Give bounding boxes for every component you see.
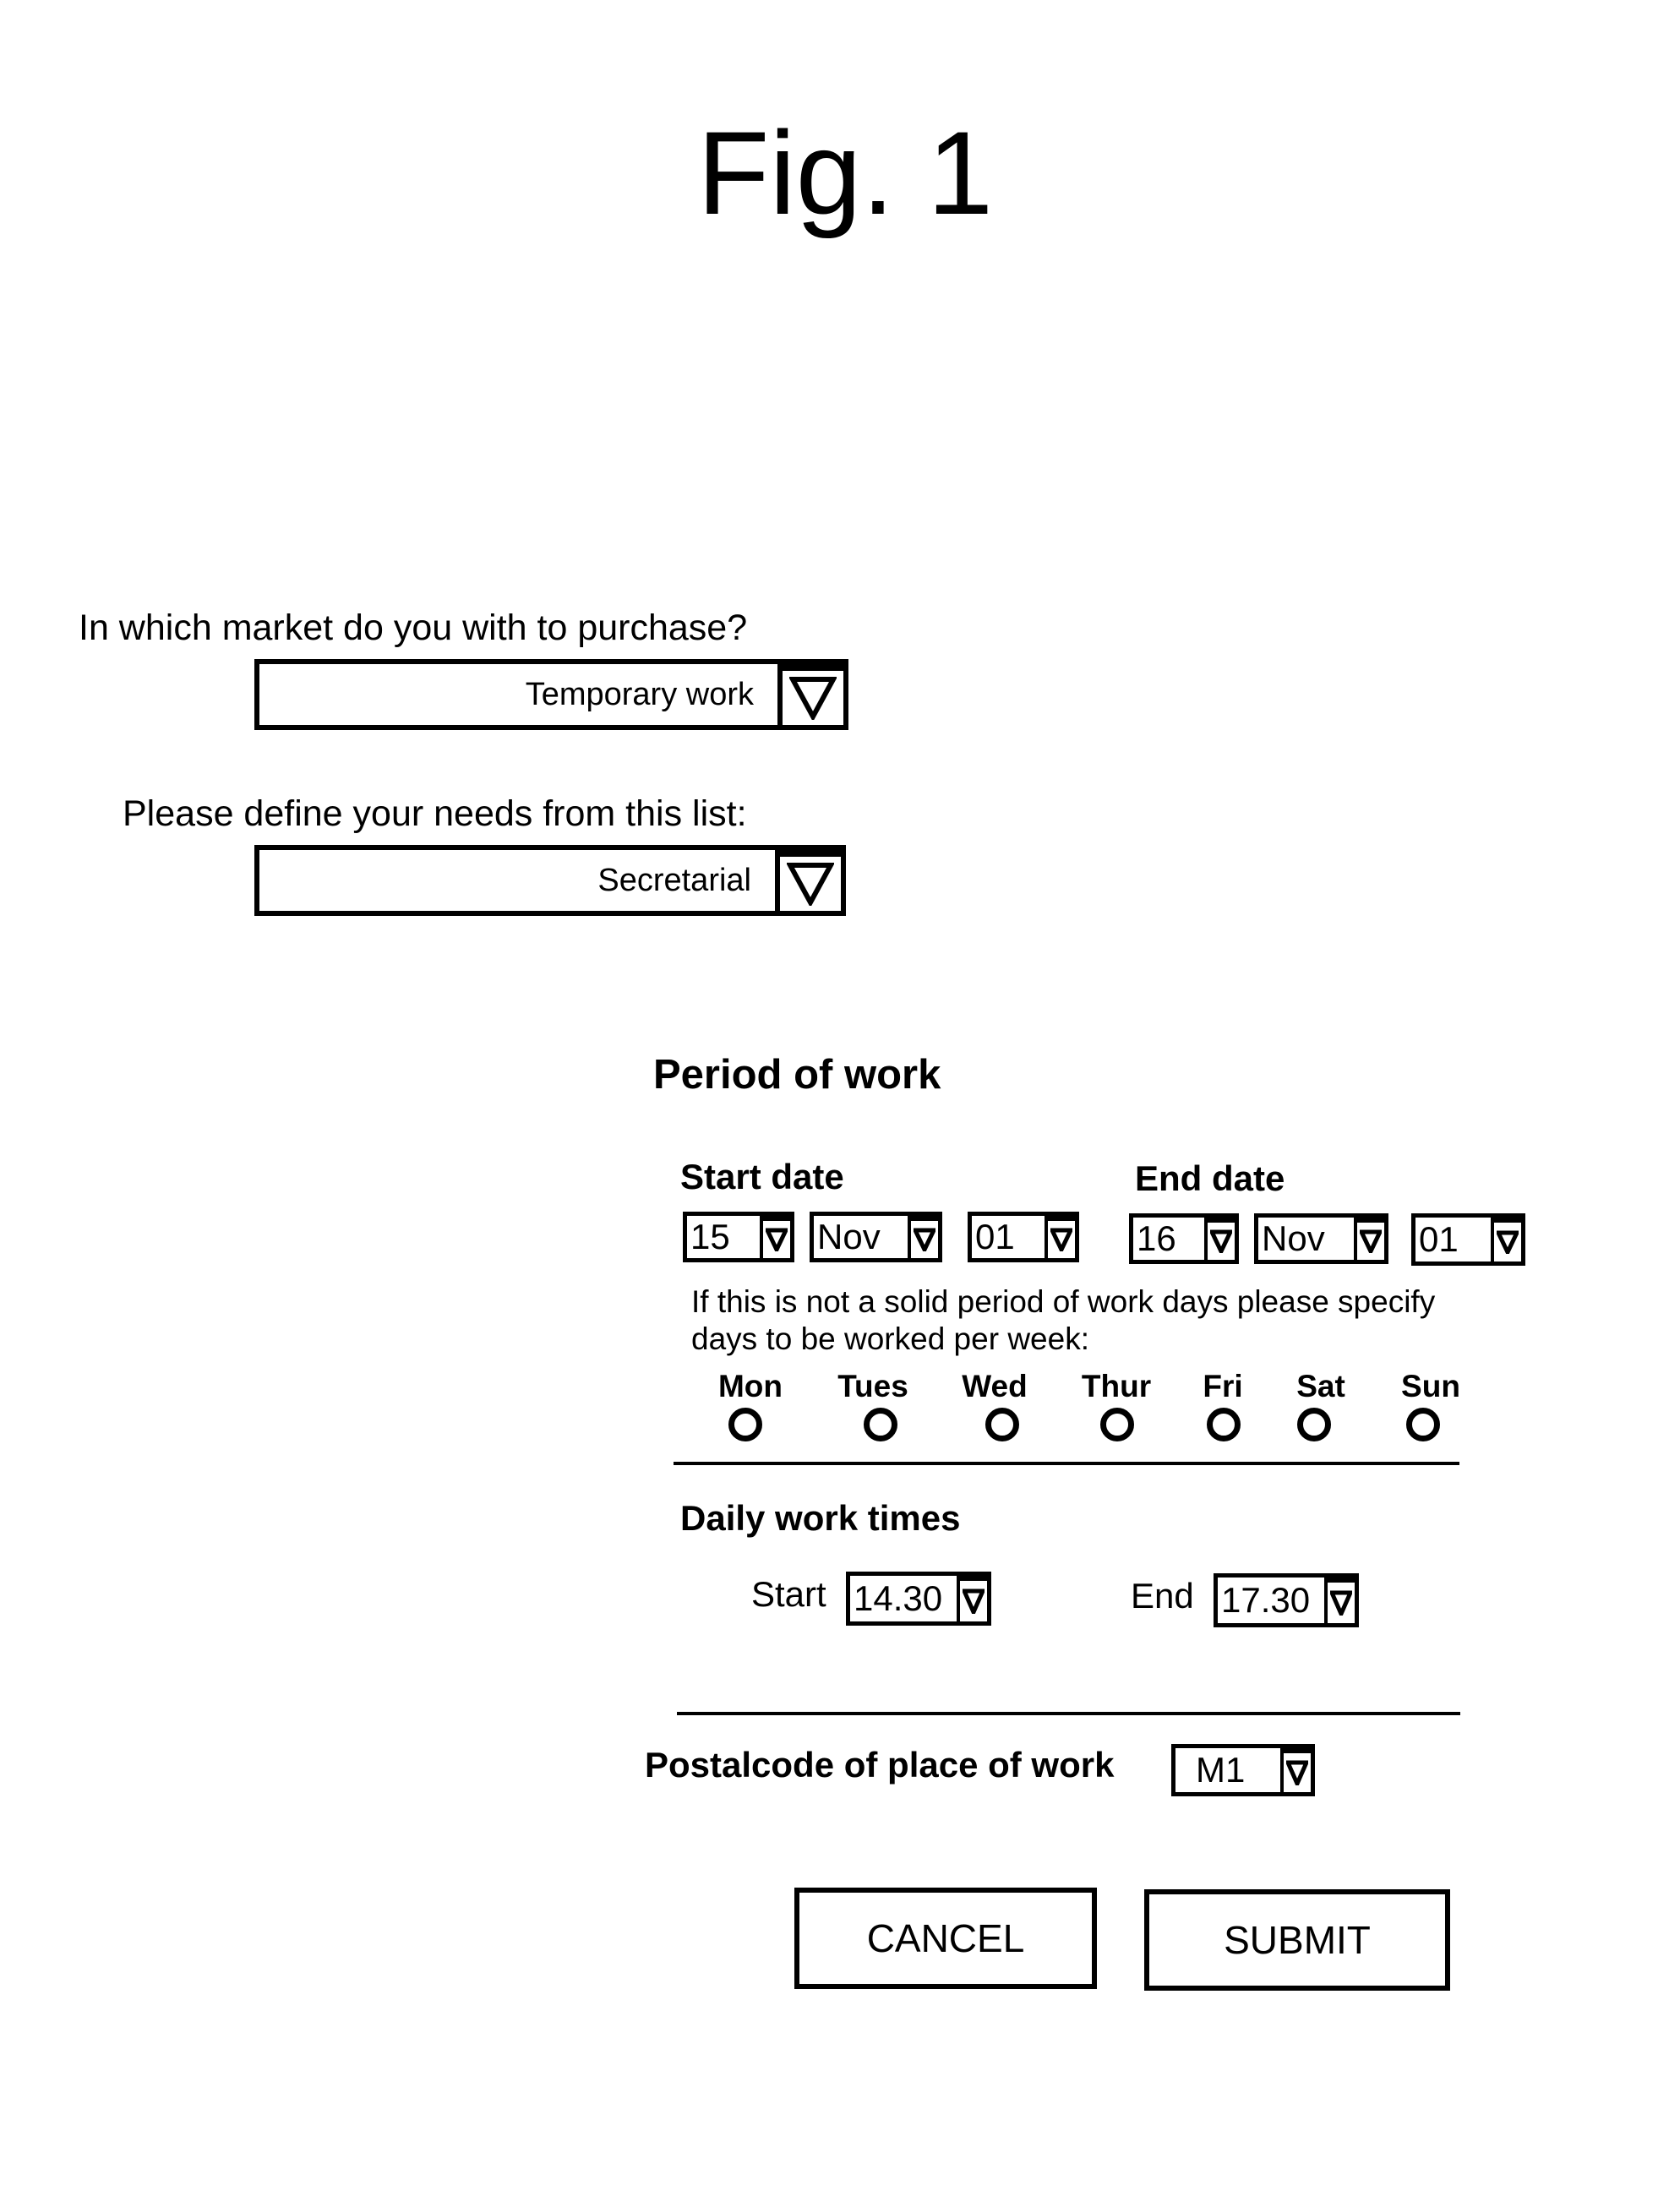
period-heading: Period of work [653,1052,941,1098]
day-label-sun: Sun [1401,1369,1460,1403]
postalcode-label: Postalcode of place of work [645,1745,1115,1785]
end-day-value: 16 [1137,1218,1176,1258]
market-question: In which market do you with to purchase? [79,608,748,648]
day-label-thur: Thur [1081,1369,1152,1403]
end-year-arrow[interactable] [1491,1218,1521,1261]
needs-select[interactable]: Secretarial [254,845,846,916]
radio-fri[interactable] [1207,1408,1241,1441]
figure-title: Fig. 1 [697,106,994,239]
market-select-arrow[interactable] [777,664,843,725]
end-day-arrow[interactable] [1204,1218,1235,1260]
day-label-sat: Sat [1296,1369,1345,1403]
triangle-down-icon [1286,1760,1308,1785]
end-year-select[interactable]: 01 [1411,1213,1525,1266]
work-days-note-line1: If this is not a solid period of work da… [691,1284,1436,1319]
start-year-arrow[interactable] [1045,1216,1075,1258]
end-month-select[interactable]: Nov [1254,1213,1388,1264]
radio-sun[interactable] [1406,1408,1440,1441]
triangle-down-icon [1330,1590,1352,1616]
end-month-arrow[interactable] [1354,1218,1384,1260]
radio-thur[interactable] [1100,1408,1134,1441]
start-month-arrow[interactable] [908,1216,938,1258]
end-time-arrow[interactable] [1324,1578,1355,1623]
start-year-select[interactable]: 01 [968,1212,1079,1262]
daily-times-heading: Daily work times [680,1498,961,1538]
end-time-value: 17.30 [1221,1580,1311,1620]
end-time-select[interactable]: 17.30 [1214,1573,1359,1627]
start-time-label: Start [751,1574,826,1614]
day-label-mon: Mon [717,1369,783,1403]
start-time-select[interactable]: 14.30 [846,1572,991,1626]
postalcode-select[interactable]: M1 [1171,1744,1315,1796]
work-days-note-line2: days to be worked per week: [691,1321,1089,1356]
triangle-down-icon [963,1588,985,1614]
start-month-value: Nov [817,1217,881,1256]
start-time-arrow[interactable] [957,1576,987,1621]
start-date-label: Start date [680,1157,844,1196]
divider [674,1462,1459,1465]
start-time-value: 14.30 [854,1578,943,1618]
cancel-button[interactable]: CANCEL [794,1888,1097,1989]
end-day-select[interactable]: 16 [1129,1213,1239,1264]
market-select[interactable]: Temporary work [254,659,848,730]
weekday-selector: Mon Tues Wed Thur Fri Sat Sun [0,1369,1680,1441]
start-day-value: 15 [690,1217,730,1256]
day-label-tues: Tues [837,1369,908,1403]
market-select-value: Temporary work [525,676,754,712]
start-day-select[interactable]: 15 [683,1212,794,1262]
end-time-label: End [1131,1576,1194,1616]
radio-sat[interactable] [1297,1408,1331,1441]
postalcode-value: M1 [1196,1750,1246,1790]
triangle-down-icon [1497,1230,1519,1254]
triangle-down-icon [789,677,837,720]
end-date-label: End date [1135,1158,1285,1198]
triangle-down-icon [1210,1229,1232,1253]
start-year-value: 01 [975,1217,1015,1256]
day-label-fri: Fri [1203,1369,1243,1403]
triangle-down-icon [787,863,834,906]
triangle-down-icon [914,1228,935,1251]
start-month-select[interactable]: Nov [810,1212,942,1262]
needs-question: Please define your needs from this list: [123,793,747,834]
end-year-value: 01 [1419,1219,1459,1259]
triangle-down-icon [766,1228,788,1251]
submit-button[interactable]: SUBMIT [1144,1889,1450,1991]
triangle-down-icon [1050,1228,1072,1251]
radio-mon[interactable] [728,1408,762,1441]
radio-wed[interactable] [985,1408,1019,1441]
divider [677,1712,1460,1715]
start-day-arrow[interactable] [760,1216,790,1258]
end-month-value: Nov [1262,1218,1325,1258]
needs-select-value: Secretarial [597,862,751,898]
day-label-wed: Wed [962,1369,1028,1403]
triangle-down-icon [1360,1229,1382,1253]
radio-tues[interactable] [864,1408,897,1441]
postalcode-arrow[interactable] [1280,1748,1311,1792]
needs-select-arrow[interactable] [775,850,841,911]
